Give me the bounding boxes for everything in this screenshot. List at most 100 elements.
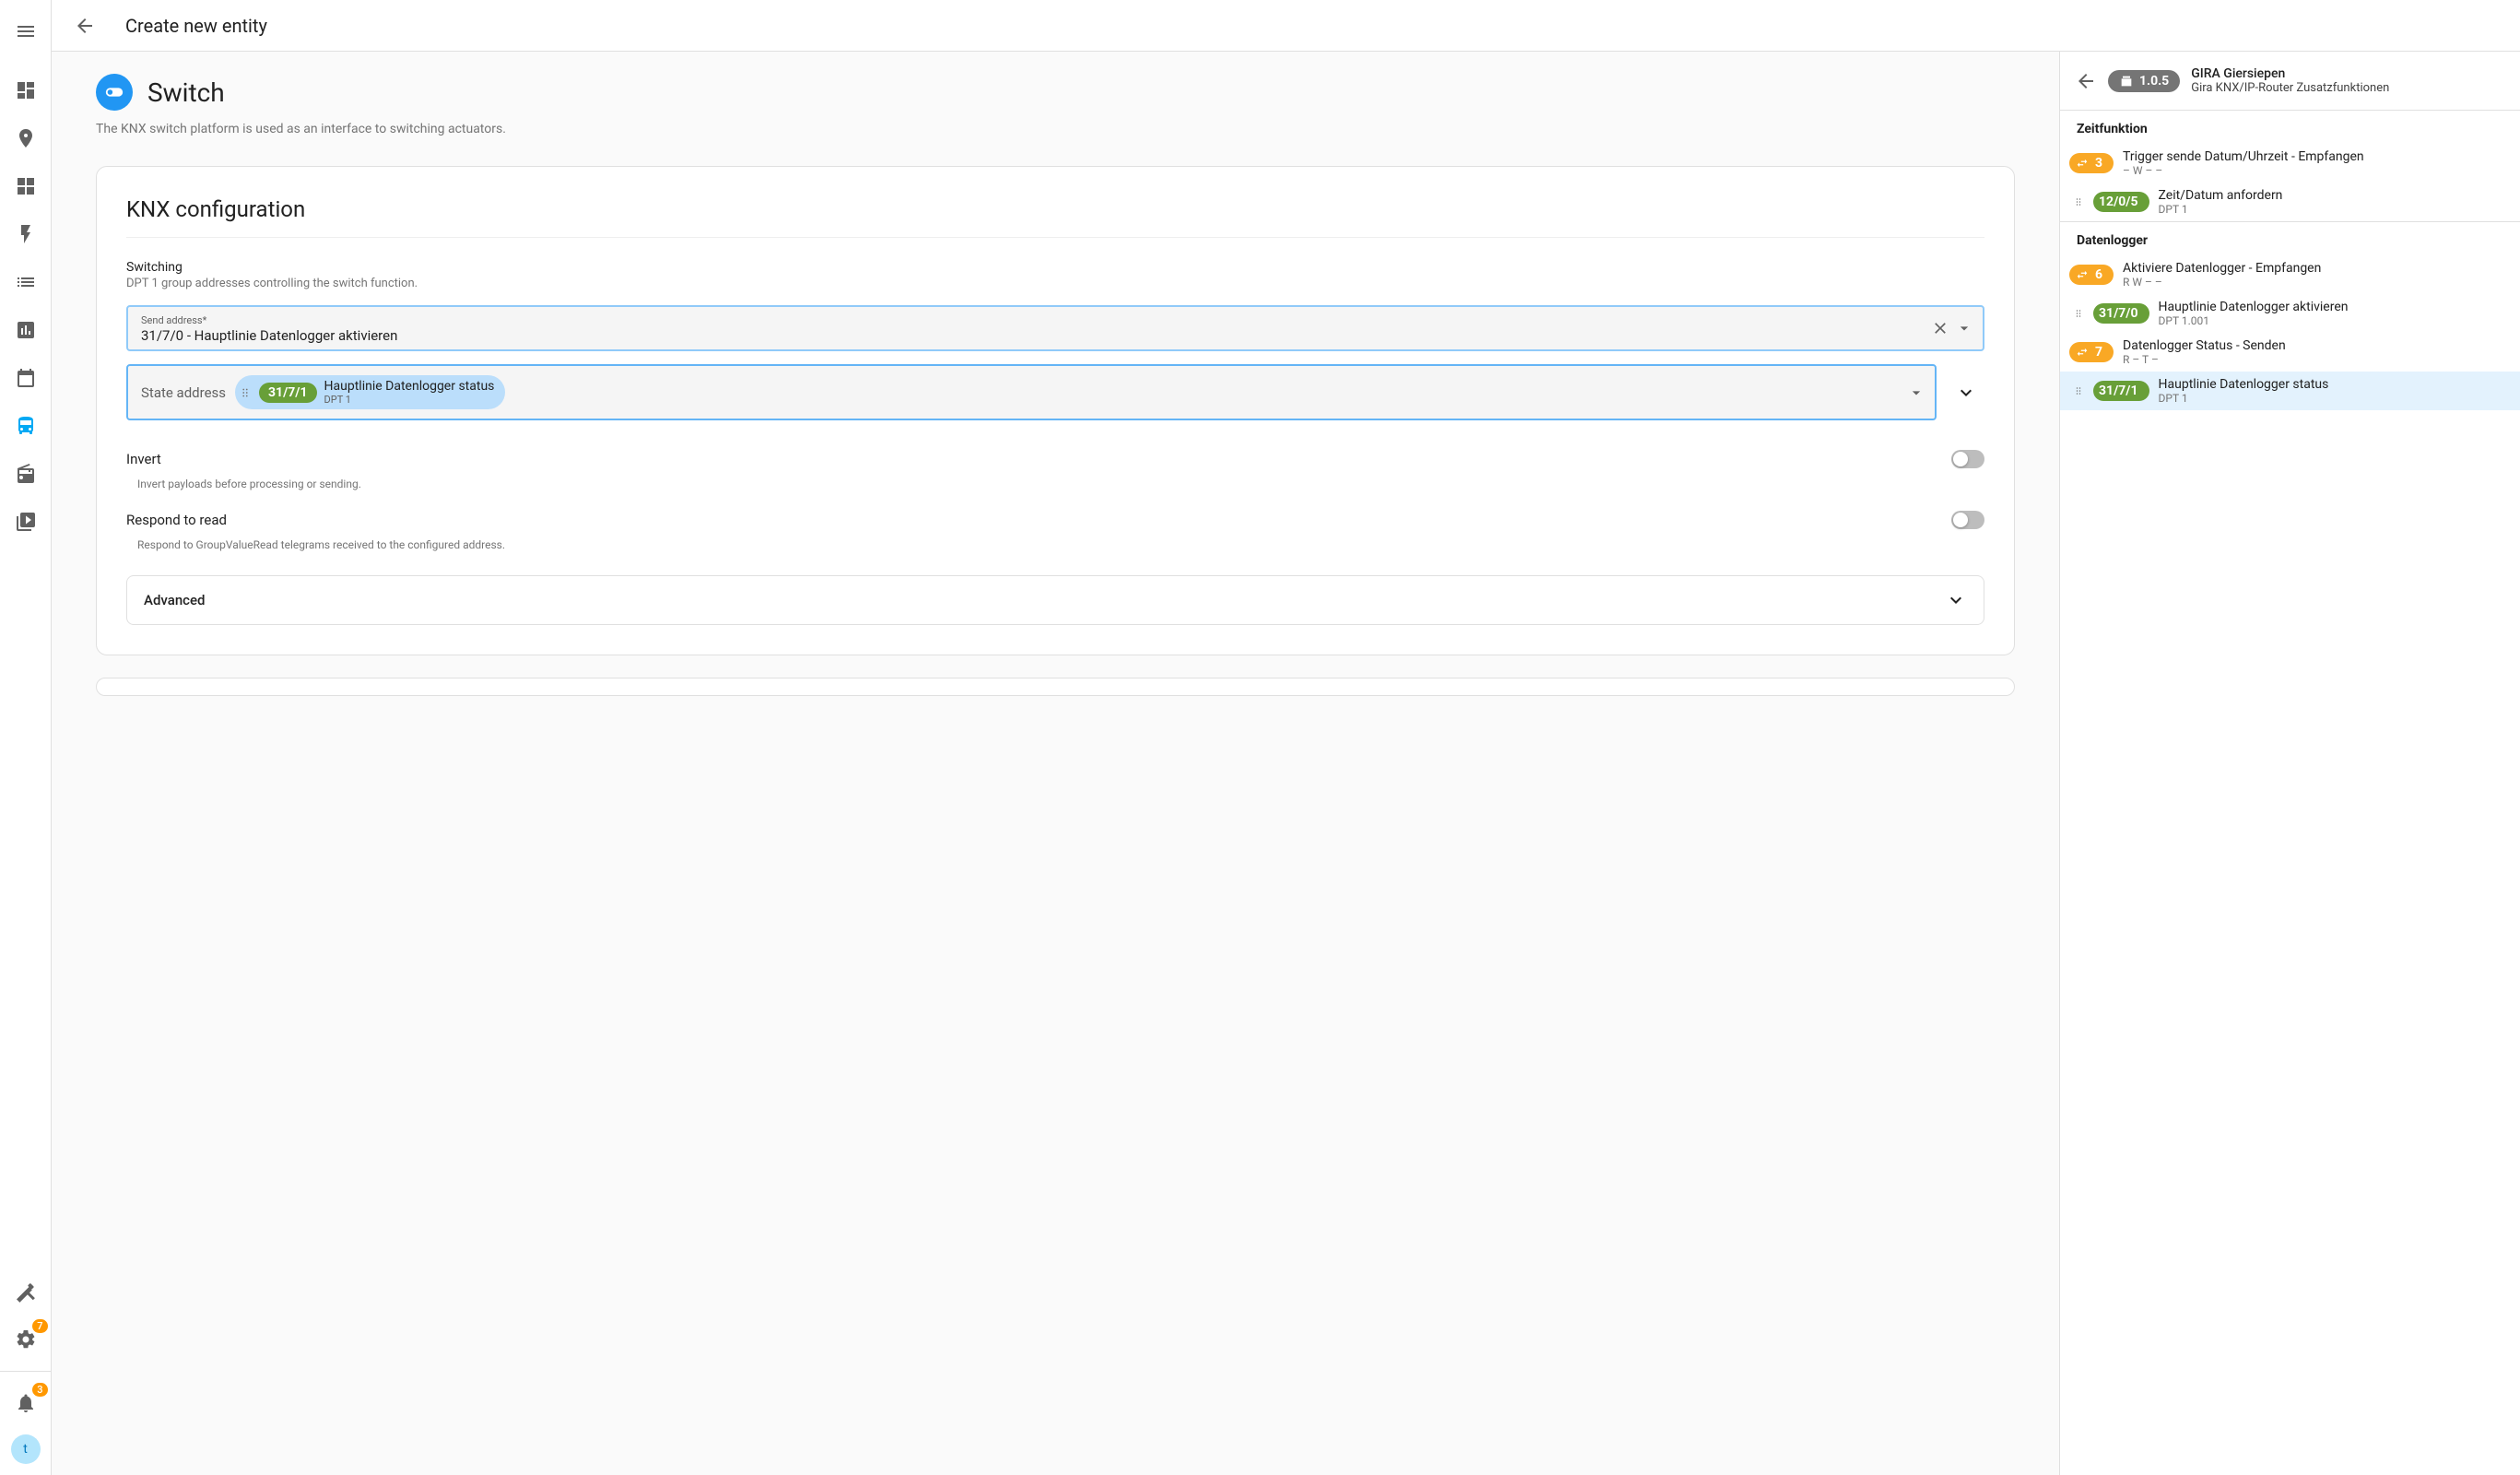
switching-label: Switching [126,260,1984,275]
item-name: Trigger sende Datum/Uhrzeit - Empfangen [2123,149,2364,164]
state-dropdown-button[interactable] [1907,384,1925,402]
avatar[interactable]: t [11,1434,41,1464]
hamburger-menu[interactable] [7,13,44,50]
chip-name: Hauptlinie Datenlogger status [324,379,495,394]
com-object-number: 3 [2095,156,2102,171]
drag-handle-icon[interactable] [2069,383,2084,399]
sidebar-settings[interactable]: 7 [7,1321,44,1358]
com-object-item[interactable]: 3 Trigger sende Datum/Uhrzeit - Empfangen… [2060,144,2520,183]
advanced-expander[interactable]: Advanced [126,575,1984,625]
drag-handle-icon[interactable] [239,384,252,401]
item-flags: R W – – [2123,276,2321,289]
arrow-left-icon [2075,70,2097,92]
clear-button[interactable] [1931,319,1949,337]
gear-icon [15,1328,37,1351]
menu-down-icon [1955,319,1973,337]
respond-label: Respond to read [126,512,227,528]
item-flags: R – T – [2123,353,2286,366]
state-address-label: State address [141,384,226,401]
panel-back-button[interactable] [2075,70,2097,92]
send-address-field[interactable]: Send address* 31/7/0 - Hauptlinie Datenl… [126,305,1984,351]
sidebar-library[interactable] [7,503,44,540]
group-address-item[interactable]: 12/0/5Zeit/Datum anfordernDPT 1 [2060,183,2520,221]
sidebar-history[interactable] [7,312,44,348]
invert-toggle[interactable] [1951,450,1984,468]
panel-section: Zeitfunktion3Trigger sende Datum/Uhrzeit… [2060,110,2520,221]
card-title: KNX configuration [126,196,1984,238]
state-expand-button[interactable] [1948,374,1984,411]
entity-icon [96,74,133,111]
advanced-label: Advanced [144,592,205,608]
com-object-item[interactable]: 7 Datenlogger Status - SendenR – T – [2060,333,2520,372]
com-object-item[interactable]: 6Aktiviere Datenlogger - EmpfangenR W – … [2060,255,2520,294]
bus-icon [15,415,37,437]
com-object-badge: 7 [2069,342,2114,362]
back-button[interactable] [66,7,103,44]
arrow-left-icon [74,15,96,37]
item-dpt: DPT 1.001 [2159,314,2349,327]
left-pane: Switch The KNX switch platform is used a… [52,52,2059,1475]
chip-address: 31/7/1 [259,383,317,403]
swap-icon [2075,267,2090,282]
settings-badge: 7 [32,1319,47,1333]
view-dashboard-icon [15,175,37,197]
drag-handle-icon[interactable] [2069,194,2084,210]
group-address-badge: 31/7/1 [2093,381,2149,401]
sidebar-devtools[interactable] [7,1273,44,1310]
sidebar-media[interactable] [7,455,44,492]
respond-toggle[interactable] [1951,511,1984,529]
next-card-peek [96,678,2015,696]
sidebar: 7 3 t [0,0,52,1475]
play-box-multiple-icon [15,511,37,533]
group-address-badge: 12/0/5 [2093,192,2149,212]
hammer-icon [15,1280,37,1303]
device-panel: 1.0.5 GIRA Giersiepen Gira KNX/IP-Router… [2059,52,2520,1475]
drag-handle-icon[interactable] [2069,305,2084,322]
item-flags: – W – – [2123,164,2364,177]
sidebar-energy[interactable] [7,216,44,253]
switching-help: DPT 1 group addresses controlling the sw… [126,277,1984,290]
state-address-field[interactable]: State address 31/7/1 Hauptlinie Datenlog… [126,364,1937,420]
panel-section-title: Datenlogger [2060,222,2520,255]
group-address: 12/0/5 [2099,195,2138,209]
group-address: 31/7/0 [2099,306,2138,321]
group-address-item[interactable]: 31/7/0 Hauptlinie Datenlogger aktivierenD… [2060,294,2520,333]
state-address-chip[interactable]: 31/7/1 Hauptlinie Datenlogger status DPT… [235,375,505,409]
item-name: Hauptlinie Datenlogger aktivieren [2159,300,2349,314]
item-name: Datenlogger Status - Senden [2123,338,2286,353]
invert-help: Invert payloads before processing or sen… [126,472,1984,507]
com-object-badge: 3 [2069,153,2114,173]
sidebar-knx[interactable] [7,407,44,444]
device-model: Gira KNX/IP-Router Zusatzfunktionen [2191,81,2389,95]
send-address-value: 31/7/0 - Hauptlinie Datenlogger aktivier… [141,327,397,344]
person-pin-icon [15,127,37,149]
dropdown-button[interactable] [1955,319,1973,337]
group-address-badge: 31/7/0 [2093,303,2149,324]
sidebar-logbook[interactable] [7,264,44,301]
sidebar-dashboards[interactable] [7,168,44,205]
sidebar-overview[interactable] [7,72,44,109]
group-address: 31/7/1 [2099,384,2138,398]
chip-dpt: DPT 1 [324,394,495,406]
entity-description: The KNX switch platform is used as an in… [96,122,2015,136]
chart-box-icon [15,319,37,341]
flash-icon [15,223,37,245]
respond-help: Respond to GroupValueRead telegrams rece… [126,533,1984,568]
main: Create new entity Switch The KNX switch … [52,0,2520,1475]
list-icon [15,271,37,293]
radio-icon [15,463,37,485]
header: Create new entity [52,0,2520,52]
sidebar-notifications[interactable]: 3 [7,1385,44,1422]
invert-label: Invert [126,451,161,467]
device-address-badge: 1.0.5 [2108,70,2180,92]
com-object-number: 7 [2095,345,2102,360]
item-dpt: DPT 1 [2159,203,2283,216]
sidebar-map[interactable] [7,120,44,157]
notif-badge: 3 [32,1383,47,1397]
group-address-item[interactable]: 31/7/1Hauptlinie Datenlogger statusDPT 1 [2060,372,2520,410]
dashboard-icon [15,79,37,101]
chevron-down-icon [1945,589,1967,611]
bell-icon [15,1392,37,1414]
com-object-number: 6 [2095,267,2102,282]
sidebar-calendar[interactable] [7,360,44,396]
